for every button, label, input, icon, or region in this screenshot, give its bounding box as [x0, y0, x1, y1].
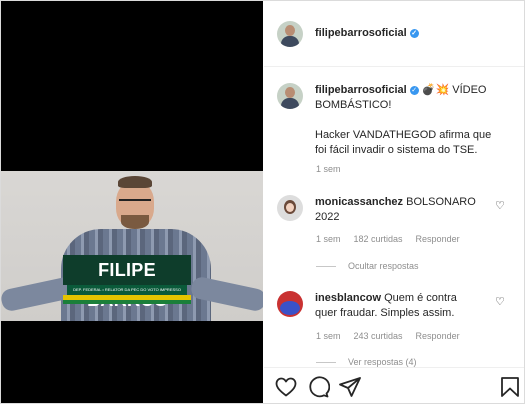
replies-divider — [316, 362, 336, 363]
comment-time[interactable]: 1 sem — [316, 234, 341, 244]
caption-verified-badge-icon: ✓ — [409, 85, 419, 95]
view-replies-button[interactable]: Ver respostas (4) — [348, 357, 430, 367]
caption-body-line2: foi fácil invadir o sistema do TSE. — [315, 144, 478, 156]
author-avatar[interactable] — [277, 21, 303, 47]
comment-body-line2: quer fraudar. Simples assim. — [315, 307, 455, 319]
post-header: filipebarrosoficial ✓ — [264, 1, 524, 67]
view-replies-label[interactable]: Ver respostas (4) — [348, 357, 417, 367]
post-actions-bar — [264, 367, 524, 403]
commenter-avatar[interactable] — [277, 195, 303, 221]
presenter-glasses — [119, 199, 151, 209]
comment-likes[interactable]: 182 curtidas — [354, 234, 403, 244]
replies-divider — [316, 266, 336, 267]
save-bookmark-icon[interactable] — [498, 375, 522, 399]
comment-like-heart-icon[interactable]: ♡ — [495, 201, 506, 212]
nameplate-green-stripe — [63, 300, 191, 304]
comment-text: inesblancow Quem é contra quer fraudar. … — [315, 291, 490, 321]
comment-time[interactable]: 1 sem — [316, 331, 341, 341]
post-sidebar: filipebarrosoficial ✓ filipebarrosoficial… — [264, 1, 524, 403]
caption-meta: 1 sem — [316, 164, 354, 174]
share-paper-plane-icon[interactable] — [338, 375, 362, 399]
caption-line1: VÍDEO — [452, 84, 487, 96]
presenter-beard — [121, 215, 149, 229]
caption-time[interactable]: 1 sem — [316, 164, 341, 174]
caption-avatar[interactable] — [277, 83, 303, 109]
comment-meta: 1 sem 182 curtidas Responder — [316, 234, 473, 244]
like-heart-icon[interactable] — [274, 375, 298, 399]
comment-reply-button[interactable]: Responder — [416, 234, 460, 244]
caption-username[interactable]: filipebarrosoficial — [315, 84, 407, 96]
header-username[interactable]: filipebarrosoficial ✓ — [315, 27, 419, 39]
comment-username[interactable]: monicassanchez — [315, 196, 403, 208]
commenter-avatar[interactable] — [277, 291, 303, 317]
comment-reply-button[interactable]: Responder — [416, 331, 460, 341]
verified-badge-icon: ✓ — [409, 28, 419, 38]
caption-text: filipebarrosoficial ✓ 💣💥 VÍDEO BOMBÁSTICO… — [315, 83, 515, 158]
comment-meta: 1 sem 243 curtidas Responder — [316, 331, 473, 341]
caption-body-line1: Hacker VANDATHEGOD afirma que — [315, 129, 492, 141]
video-player[interactable]: FILIPE BARROS DEP. FEDERAL • RELATOR DA … — [1, 1, 263, 403]
comments-section[interactable]: filipebarrosoficial ✓ 💣💥 VÍDEO BOMBÁSTICO… — [264, 67, 524, 367]
comment-likes[interactable]: 243 curtidas — [354, 331, 403, 341]
comment-body-line1: BOLSONARO — [406, 196, 476, 208]
caption-emojis: 💣💥 — [421, 84, 450, 96]
comment-like-heart-icon[interactable]: ♡ — [495, 297, 506, 308]
nameplate-subtitle: DEP. FEDERAL • RELATOR DA PEC DO VOTO IM… — [67, 285, 187, 295]
header-username-text[interactable]: filipebarrosoficial — [315, 27, 407, 39]
hide-replies-button[interactable]: Ocultar respostas — [348, 261, 432, 271]
comment-body-line1: Quem é contra — [384, 292, 457, 304]
comment-username[interactable]: inesblancow — [315, 292, 381, 304]
hide-replies-label[interactable]: Ocultar respostas — [348, 261, 419, 271]
nameplate-name: FILIPE BARROS — [63, 255, 191, 310]
comment-text: monicassanchez BOLSONARO 2022 — [315, 195, 490, 225]
instagram-post: FILIPE BARROS DEP. FEDERAL • RELATOR DA … — [0, 0, 525, 404]
comment-bubble-icon[interactable] — [306, 375, 330, 399]
caption-line2: BOMBÁSTICO! — [315, 99, 392, 111]
video-nameplate: FILIPE BARROS DEP. FEDERAL • RELATOR DA … — [63, 255, 191, 310]
presenter-hair — [118, 176, 152, 188]
comment-body-line2: 2022 — [315, 211, 340, 223]
